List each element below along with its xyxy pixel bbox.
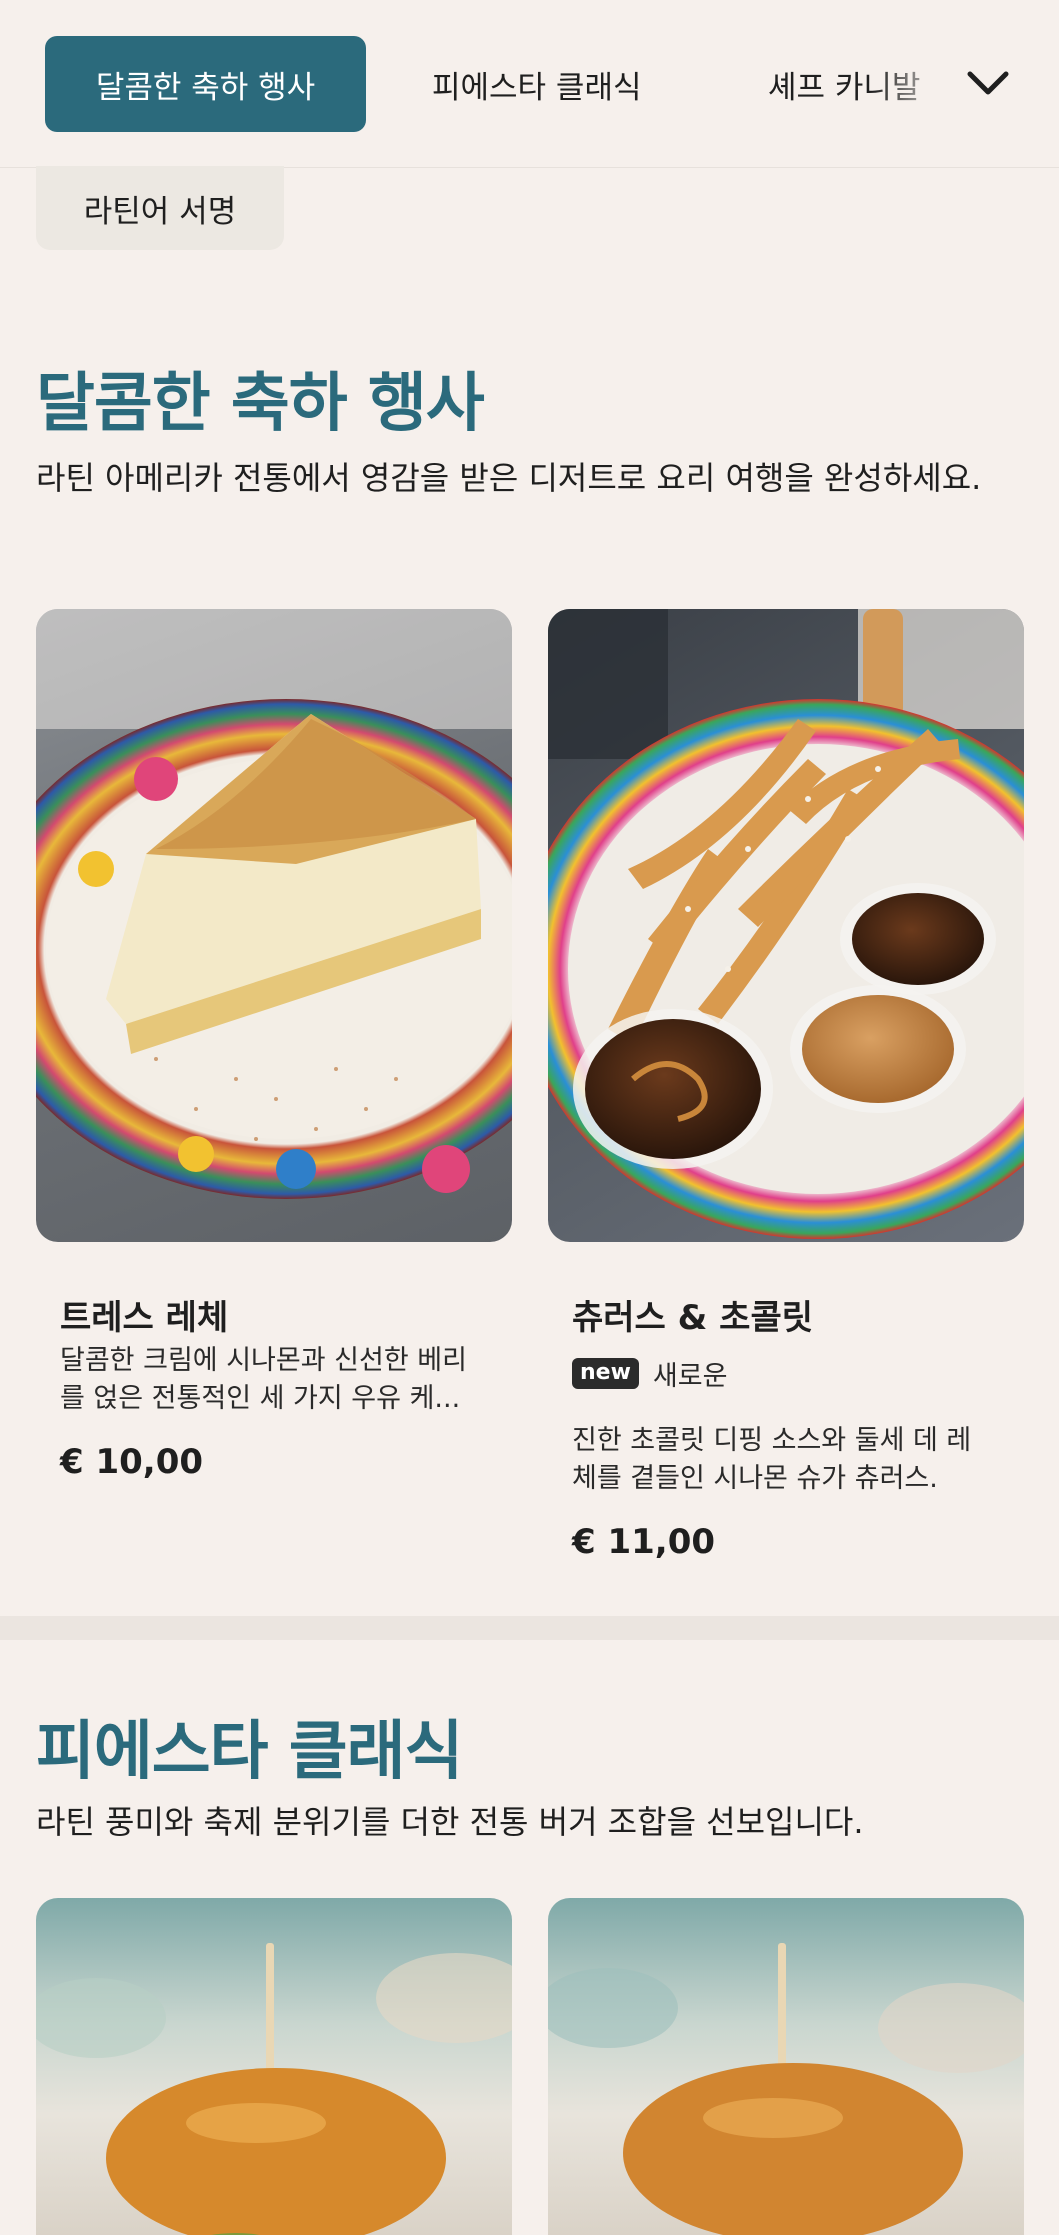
new-badge: new [572,1358,639,1389]
section-description: 라틴 풍미와 축제 분위기를 더한 전통 버거 조합을 선보입니다. [36,1803,864,1841]
product-price: € 10,00 [60,1442,204,1482]
product-description: 진한 초콜릿 디핑 소스와 둘세 데 레체를 곁들인 시나몬 슈가 츄러스. [572,1425,972,1494]
tab-fiesta-classics[interactable]: 피에스타 클래식 [432,36,642,132]
burger-photo-1[interactable] [36,1898,512,2235]
product-name[interactable]: 츄러스 & 초콜릿 [572,1290,813,1339]
category-nav: 달콤한 축하 행사 피에스타 클래식 셰프 카니발 [0,0,1059,168]
product-description: 달콤한 크림에 시나몬과 신선한 베리를 얹은 전통적인 세 가지 우유 케..… [60,1345,467,1414]
tres-leches-photo[interactable] [36,609,512,1242]
tab-chef-carnival[interactable]: 셰프 카니발 [768,36,958,132]
section-title: 달콤한 축하 행사 [36,367,485,441]
section-description: 라틴 아메리카 전통에서 영감을 받은 디저트로 요리 여행을 완성하세요. [36,459,982,497]
product-price: € 11,00 [572,1522,716,1562]
new-badge-label: 새로운 [652,1361,728,1392]
section-title: 피에스타 클래식 [36,1715,463,1789]
burger-photo-2[interactable] [548,1898,1024,2235]
tab-sweet-celebrations[interactable]: 달콤한 축하 행사 [45,36,366,132]
chevron-down-icon[interactable] [960,60,1016,108]
tab-latin-signatures[interactable]: 라틴어 서명 [36,166,284,250]
churros-photo[interactable] [548,609,1024,1242]
new-badge-row: new 새로운 [572,1354,727,1393]
section-divider [0,1616,1059,1640]
product-name[interactable]: 트레스 레체 [60,1290,228,1339]
